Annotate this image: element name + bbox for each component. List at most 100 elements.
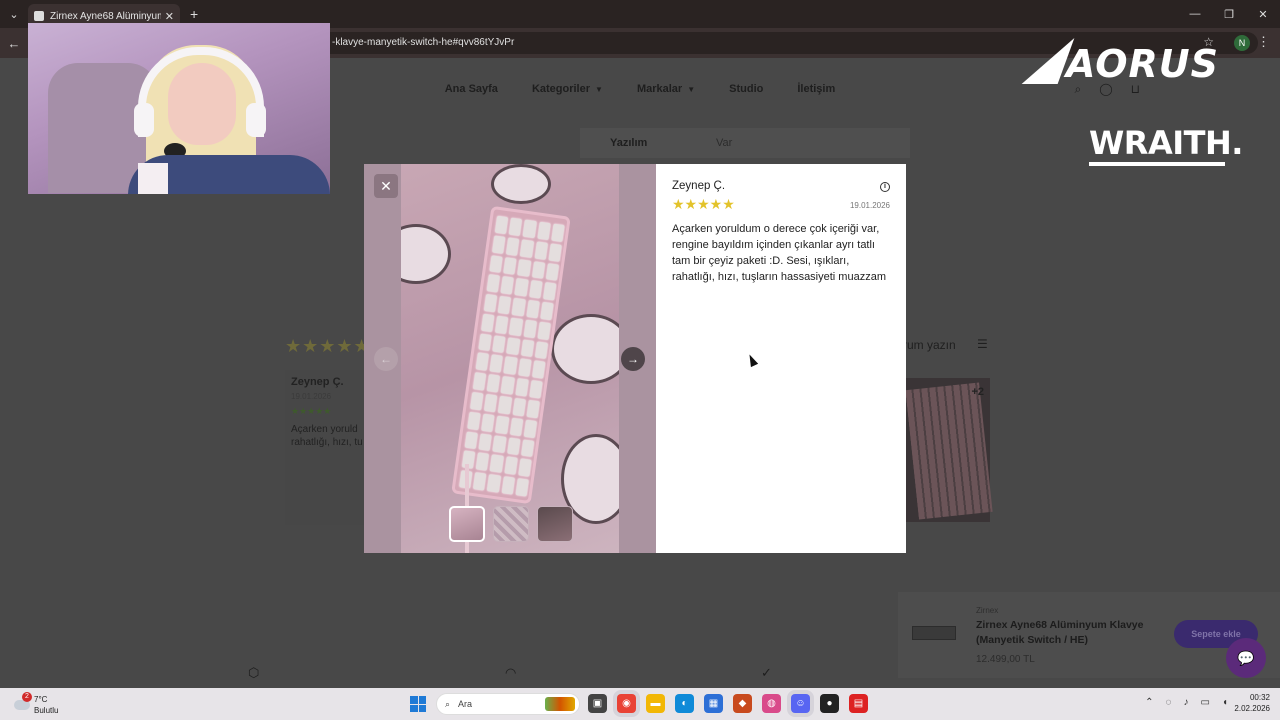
review-date: 19.01.2026 [849, 201, 890, 210]
aorus-logo: AORUS [1021, 36, 1246, 88]
keycap [492, 235, 506, 254]
write-review-button[interactable]: rum yazın [903, 338, 956, 352]
network-icon[interactable]: ◌ [1166, 697, 1172, 708]
review-card-name: Zeynep Ç. [291, 376, 344, 388]
weather-temp: 7°C [34, 695, 48, 704]
obs-icon[interactable]: ● [820, 694, 839, 713]
wraith-underline [1089, 162, 1225, 166]
nav-contact[interactable]: İletişim [797, 83, 835, 95]
keycap [534, 241, 548, 260]
thumbnail-3[interactable] [537, 506, 573, 542]
nav-categories[interactable]: Kategoriler ▼ [532, 83, 603, 95]
minimize-button[interactable]: — [1178, 0, 1212, 28]
keycap [526, 300, 540, 319]
app-red-icon[interactable]: ▤ [849, 694, 868, 713]
clock-date: 2.02.2026 [1234, 704, 1270, 713]
keycap [503, 256, 517, 276]
keycap [517, 258, 531, 278]
keycap [514, 278, 529, 297]
sticky-cart-bar: Zirnex Zirnex Ayne68 Alüminyum Klavye (M… [898, 592, 1280, 678]
system-tray: ⌃ ◌ ♪ ▭ ◖ [1145, 697, 1228, 708]
review-card-date: 19.01.2026 [291, 392, 332, 401]
discord-icon[interactable]: ☺ [791, 694, 810, 713]
volume-icon[interactable]: ◖ [1222, 697, 1228, 708]
hello-kitty-pattern [551, 314, 619, 384]
review-card-text: Açarken yoruld rahatlığı, hızı, tu [291, 424, 363, 448]
back-arrow-icon[interactable]: ← [0, 36, 28, 51]
keycap [528, 280, 543, 299]
app-icon[interactable]: ◍ [762, 694, 781, 713]
keycap [518, 458, 532, 477]
keycap [495, 315, 509, 334]
new-tab-button[interactable]: + [190, 6, 198, 22]
nav-studio[interactable]: Studio [729, 83, 763, 95]
keycap [475, 352, 490, 372]
review-content: Zeynep Ç. i ★★★★★ 19.01.2026 Açarken yor… [672, 180, 890, 285]
keycap [526, 399, 540, 419]
keycap [484, 394, 498, 413]
nav-brands[interactable]: Markalar ▼ [637, 83, 695, 95]
nav-brands-label: Markalar [636, 83, 683, 95]
thumbnail-2[interactable] [493, 506, 529, 542]
display-icon[interactable]: ▭ [1201, 697, 1210, 708]
info-icon[interactable]: i [880, 182, 890, 192]
wraith-logo-text: WRAITH. [1089, 124, 1243, 162]
tab-close-button[interactable]: ✕ [165, 10, 174, 23]
nav-categories-label: Kategoriler [531, 83, 591, 95]
spec-row: Yazılım Var [580, 128, 910, 158]
keycap [517, 358, 532, 377]
window-controls: — ❐ ✕ [1178, 0, 1280, 28]
menu-kebab-icon[interactable]: ⋮ [1257, 34, 1270, 50]
thumbnail-1[interactable] [449, 506, 485, 542]
spec-value: Var [716, 137, 733, 149]
prev-image-button[interactable]: ← [374, 347, 398, 371]
cup [138, 163, 168, 194]
keycap [483, 294, 498, 313]
keycap [478, 433, 493, 452]
close-window-button[interactable]: ✕ [1246, 0, 1280, 28]
keycap [534, 341, 549, 360]
search-highlight-image [545, 697, 575, 711]
nav-home[interactable]: Ana Sayfa [445, 83, 498, 95]
check-circle-icon: ✓ [761, 665, 772, 680]
restore-button[interactable]: ❐ [1212, 0, 1246, 28]
chrome-icon[interactable]: ◉ [617, 694, 636, 713]
hello-kitty-pattern [401, 224, 451, 284]
file-explorer-icon[interactable]: ▬ [646, 694, 665, 713]
keycap [509, 317, 523, 336]
wraith-logo: WRAITH. [1089, 124, 1243, 166]
product-price: 12.499,00 TL [976, 654, 1035, 665]
brave-icon[interactable]: ◆ [733, 694, 752, 713]
edge-icon[interactable]: ◐ [675, 694, 694, 713]
keycap [486, 274, 501, 293]
keycap [523, 419, 538, 438]
photo-count-badge: +2 [971, 386, 984, 398]
keycap [492, 335, 506, 354]
review-card[interactable]: Zeynep Ç. 19.01.2026 ★★★★★ Açarken yorul… [285, 370, 370, 525]
keycap [531, 360, 546, 379]
keycap [486, 374, 501, 393]
store-icon[interactable]: ▦ [704, 694, 723, 713]
taskbar-search[interactable]: ⌕ Ara [436, 693, 580, 715]
next-image-button[interactable]: → [621, 347, 645, 371]
keycap [548, 243, 562, 262]
package-icon: ⬡ [248, 665, 260, 680]
review-photo-card[interactable]: +2 [905, 378, 993, 522]
mic-icon[interactable]: ♪ [1184, 697, 1189, 708]
task-view-icon[interactable]: ▣ [588, 694, 607, 713]
keycap [470, 392, 484, 411]
review-media-panel: ✕ ← → [364, 164, 656, 553]
weather-widget[interactable]: 2 7°C Bulutlu [12, 692, 92, 716]
keycap [481, 413, 495, 432]
modal-close-button[interactable]: ✕ [374, 174, 398, 198]
filter-icon[interactable]: ☰ [977, 337, 988, 351]
tab-search-button[interactable]: ⌄ [0, 0, 28, 28]
chat-bubble-icon[interactable]: 💬 [1226, 638, 1266, 678]
chevron-up-icon[interactable]: ⌃ [1145, 697, 1153, 708]
nav-contact-label: İletişim [797, 83, 836, 95]
keycap [495, 415, 509, 434]
windows-start-icon[interactable] [410, 696, 426, 712]
keycap [475, 452, 490, 471]
system-clock[interactable]: 00:32 2.02.2026 [1234, 692, 1270, 714]
keycap [529, 380, 543, 399]
